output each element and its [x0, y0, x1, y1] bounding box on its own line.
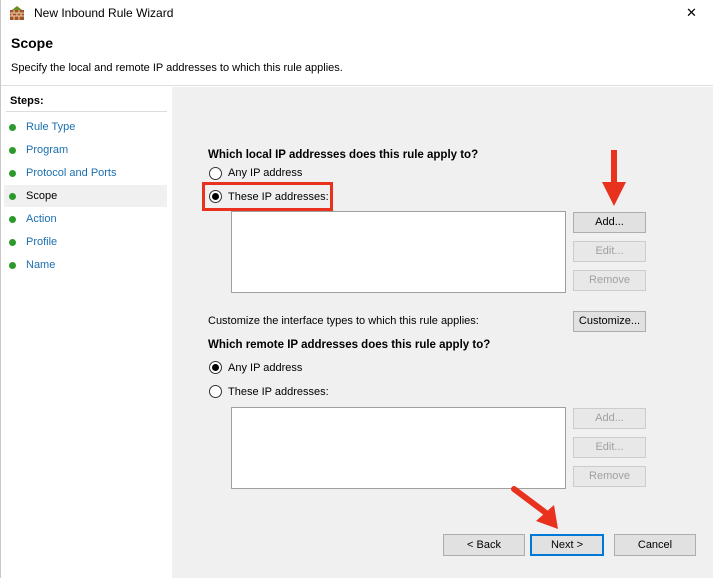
- wizard-header: Scope Specify the local and remote IP ad…: [1, 26, 713, 86]
- steps-divider: [6, 111, 167, 112]
- remote-any-ip-radio[interactable]: [209, 361, 222, 374]
- local-any-ip-label[interactable]: Any IP address: [228, 167, 302, 179]
- remote-ip-heading: Which remote IP addresses does this rule…: [208, 339, 491, 351]
- green-dot-icon: [9, 146, 16, 154]
- step-profile[interactable]: Profile: [4, 231, 167, 253]
- interface-types-text: Customize the interface types to which t…: [208, 315, 479, 327]
- remote-remove-button[interactable]: Remove: [573, 466, 646, 487]
- red-arrow-icon: [511, 486, 558, 529]
- step-label: Rule Type: [26, 121, 76, 133]
- customize-button[interactable]: Customize...: [573, 311, 646, 332]
- local-add-button[interactable]: Add...: [573, 212, 646, 233]
- local-remove-button[interactable]: Remove: [573, 270, 646, 291]
- remote-edit-button[interactable]: Edit...: [573, 437, 646, 458]
- page-description: Specify the local and remote IP addresse…: [11, 62, 343, 74]
- remote-these-ip-radio[interactable]: [209, 385, 222, 398]
- step-rule-type[interactable]: Rule Type: [4, 116, 167, 138]
- close-icon: ✕: [686, 5, 697, 20]
- red-arrow-icon: [602, 150, 626, 206]
- step-label: Name: [26, 259, 56, 271]
- step-program[interactable]: Program: [4, 139, 167, 161]
- step-label: Profile: [26, 236, 58, 248]
- local-any-ip-radio[interactable]: [209, 167, 222, 180]
- step-scope[interactable]: Scope: [4, 185, 167, 207]
- title-bar: New Inbound Rule Wizard ✕: [1, 0, 713, 26]
- local-edit-button[interactable]: Edit...: [573, 241, 646, 262]
- close-button[interactable]: ✕: [669, 0, 713, 26]
- next-button[interactable]: Next >: [530, 534, 604, 556]
- step-label: Scope: [26, 190, 58, 202]
- back-button[interactable]: < Back: [443, 534, 525, 556]
- remote-ip-list[interactable]: [231, 407, 566, 489]
- green-dot-icon: [9, 169, 16, 177]
- steps-panel: Steps: Rule Type Program Protocol and Po…: [1, 87, 171, 578]
- green-dot-icon: [9, 238, 16, 246]
- firewall-wall-icon: [10, 6, 24, 20]
- step-action[interactable]: Action: [4, 208, 167, 230]
- wizard-window: New Inbound Rule Wizard ✕ Scope Specify …: [0, 0, 713, 578]
- remote-these-ip-label[interactable]: These IP addresses:: [228, 386, 329, 398]
- green-dot-icon: [9, 261, 16, 269]
- step-protocol-and-ports[interactable]: Protocol and Ports: [4, 162, 167, 184]
- step-label: Action: [26, 213, 57, 225]
- green-dot-icon: [9, 123, 16, 131]
- cancel-button[interactable]: Cancel: [614, 534, 696, 556]
- steps-title: Steps:: [10, 95, 44, 107]
- step-name[interactable]: Name: [4, 254, 167, 276]
- annotation-highlight-box: [202, 182, 333, 211]
- step-label: Program: [26, 144, 69, 156]
- page-title: Scope: [11, 35, 54, 51]
- remote-add-button[interactable]: Add...: [573, 408, 646, 429]
- window-title: New Inbound Rule Wizard: [34, 6, 174, 20]
- green-dot-icon: [9, 215, 16, 223]
- green-dot-icon: [9, 192, 16, 200]
- local-ip-heading: Which local IP addresses does this rule …: [208, 149, 479, 161]
- step-label: Protocol and Ports: [26, 167, 117, 179]
- remote-any-ip-label[interactable]: Any IP address: [228, 362, 302, 374]
- content-panel: Which local IP addresses does this rule …: [172, 87, 713, 578]
- local-ip-list[interactable]: [231, 211, 566, 293]
